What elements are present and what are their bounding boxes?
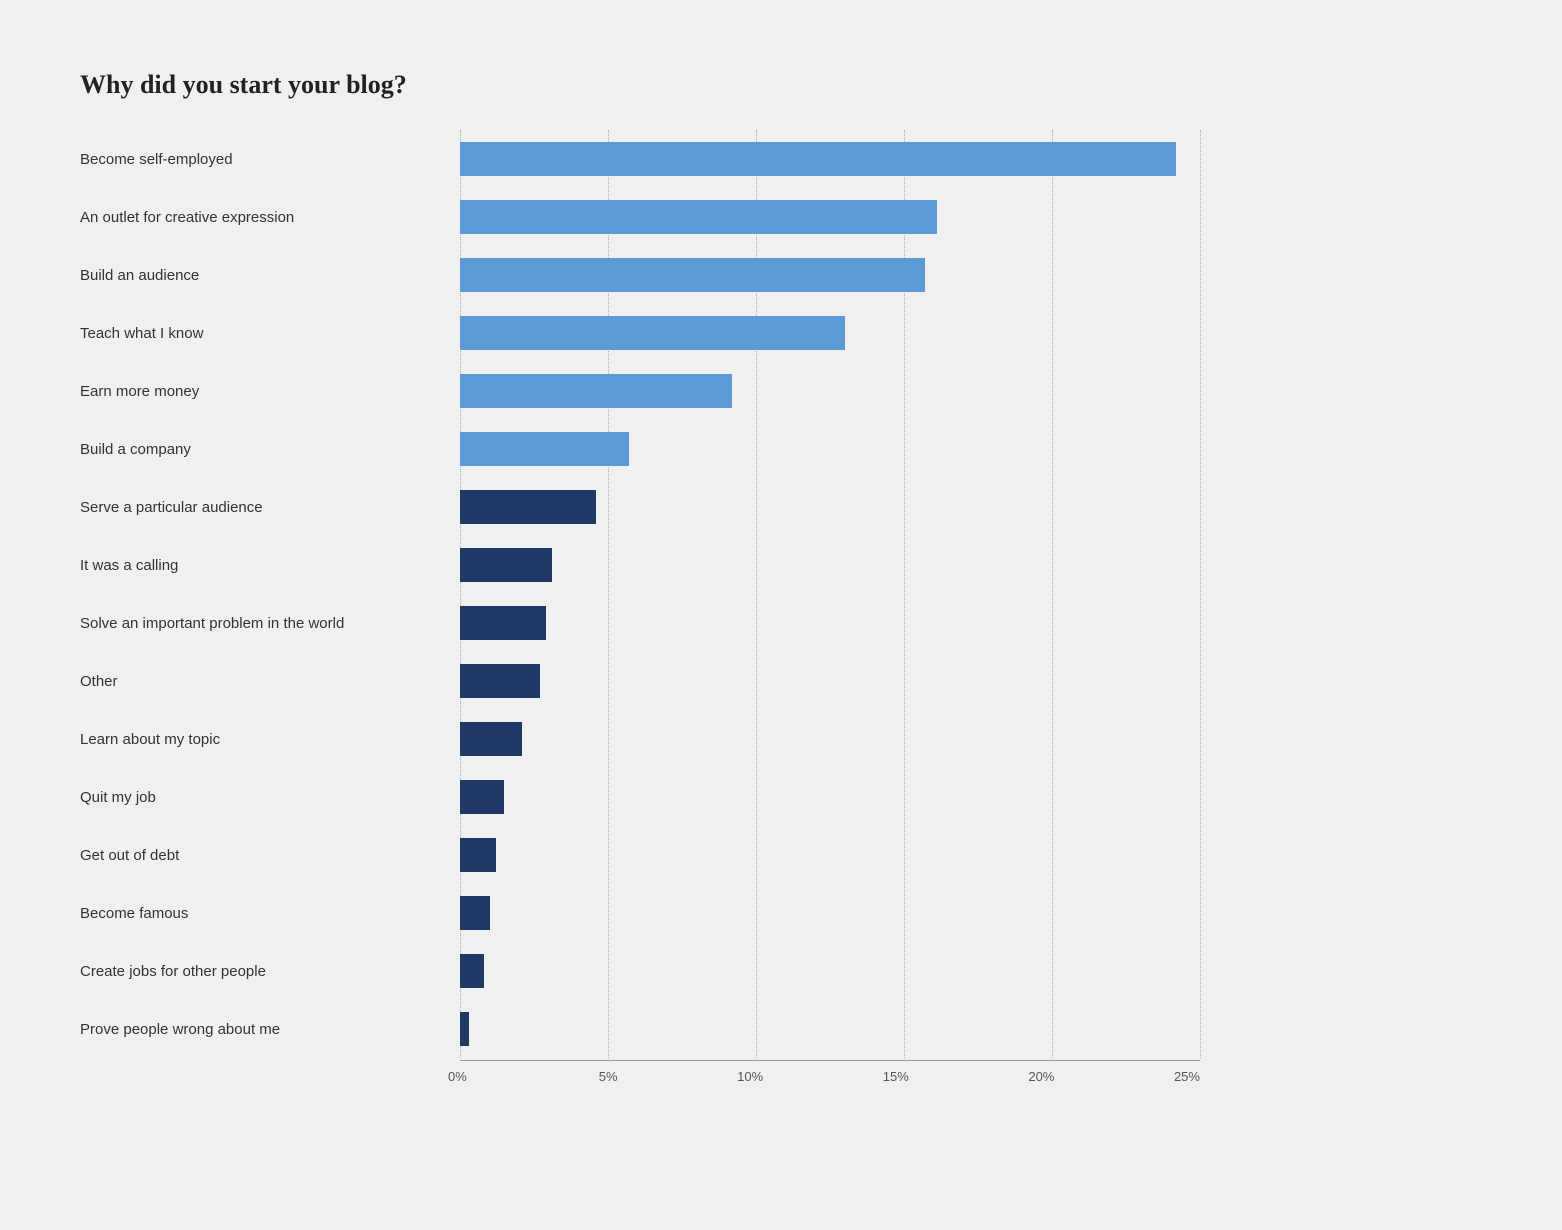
bar-row-2 [460, 246, 1200, 304]
x-label-2: 10% [618, 1069, 764, 1084]
y-label-8: Solve an important problem in the world [80, 594, 460, 652]
bar-11 [460, 780, 504, 814]
bars-section [460, 130, 1200, 1058]
bar-row-6 [460, 478, 1200, 536]
bar-4 [460, 374, 732, 408]
x-axis-line [460, 1060, 1200, 1061]
y-label-0: Become self-employed [80, 130, 460, 188]
y-label-9: Other [80, 652, 460, 710]
bar-row-9 [460, 652, 1200, 710]
bar-9 [460, 664, 540, 698]
bar-row-11 [460, 768, 1200, 826]
y-label-2: Build an audience [80, 246, 460, 304]
bar-1 [460, 200, 937, 234]
y-label-11: Quit my job [80, 768, 460, 826]
chart-area: Become self-employedAn outlet for creati… [80, 130, 1200, 1084]
y-label-12: Get out of debt [80, 826, 460, 884]
bar-5 [460, 432, 629, 466]
bar-row-1 [460, 188, 1200, 246]
bar-row-15 [460, 1000, 1200, 1058]
bar-row-3 [460, 304, 1200, 362]
plot-area: Become self-employedAn outlet for creati… [80, 130, 1200, 1058]
bar-8 [460, 606, 546, 640]
bar-row-5 [460, 420, 1200, 478]
bar-row-12 [460, 826, 1200, 884]
bar-10 [460, 722, 522, 756]
bars-wrapper [460, 130, 1200, 1058]
bar-13 [460, 896, 490, 930]
y-label-4: Earn more money [80, 362, 460, 420]
bar-row-0 [460, 130, 1200, 188]
bar-row-7 [460, 536, 1200, 594]
bar-row-10 [460, 710, 1200, 768]
bar-row-4 [460, 362, 1200, 420]
bar-7 [460, 548, 552, 582]
chart-title: Why did you start your blog? [80, 70, 1200, 100]
bar-row-14 [460, 942, 1200, 1000]
x-labels: 0%5%10%15%20%25% [80, 1069, 1200, 1084]
y-label-6: Serve a particular audience [80, 478, 460, 536]
chart-container: Why did you start your blog? Become self… [40, 40, 1240, 1124]
y-label-13: Become famous [80, 884, 460, 942]
y-label-7: It was a calling [80, 536, 460, 594]
x-label-3: 15% [763, 1069, 909, 1084]
bar-3 [460, 316, 845, 350]
y-label-1: An outlet for creative expression [80, 188, 460, 246]
bar-0 [460, 142, 1176, 176]
bar-6 [460, 490, 596, 524]
grid-line [1200, 130, 1201, 1058]
x-label-4: 20% [909, 1069, 1055, 1084]
y-labels: Become self-employedAn outlet for creati… [80, 130, 460, 1058]
bar-row-8 [460, 594, 1200, 652]
x-label-1: 5% [472, 1069, 618, 1084]
y-label-14: Create jobs for other people [80, 942, 460, 1000]
bar-2 [460, 258, 925, 292]
y-label-10: Learn about my topic [80, 710, 460, 768]
bar-row-13 [460, 884, 1200, 942]
y-label-3: Teach what I know [80, 304, 460, 362]
bar-12 [460, 838, 496, 872]
y-label-15: Prove people wrong about me [80, 1000, 460, 1058]
bar-14 [460, 954, 484, 988]
x-label-0: 0% [448, 1069, 472, 1084]
x-label-5: 25% [1054, 1069, 1200, 1084]
bar-15 [460, 1012, 469, 1046]
y-label-5: Build a company [80, 420, 460, 478]
